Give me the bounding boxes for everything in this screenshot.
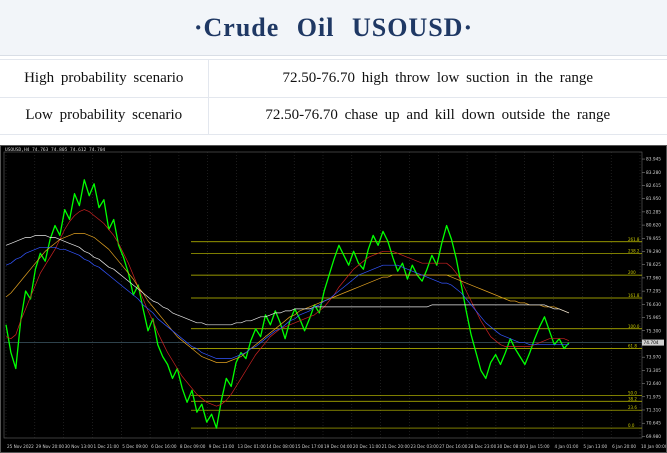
fib-level-label: 61.8: [628, 344, 637, 349]
scenario-label: Low probability scenario: [0, 96, 209, 135]
scenario-value: 72.50-76.70 high throw low suction in th…: [208, 59, 667, 98]
y-tick-label: 71.975: [646, 394, 661, 400]
x-tick-label: 13 Dec 01:00: [238, 444, 266, 449]
y-tick-label: 83.945: [646, 157, 661, 163]
y-tick-label: 73.970: [646, 355, 661, 361]
x-tick-label: 5 Jan 13:00: [583, 444, 607, 449]
price-chart[interactable]: 25 Nov 2022 29 Nov 20:00 30 Nov 13:00 1 Dec…: [0, 145, 667, 453]
chart-canvas[interactable]: 25 Nov 2022 29 Nov 20:00 30 Nov 13:00 1 Dec…: [1, 146, 666, 452]
fib-level-label: 0.0: [628, 423, 635, 428]
x-tick-label: 23 Dec 03:00: [410, 444, 438, 449]
fib-level-label: 50.0: [628, 390, 637, 395]
fib-level-label: 23.6: [628, 405, 637, 410]
scenario-label: High probability scenario: [0, 59, 209, 98]
fib-level-label: 38.2: [628, 396, 637, 401]
x-tick-label: 28 Dec 23:00: [468, 444, 496, 449]
ma-white-series: [5, 235, 570, 326]
scenario-value: 72.50-76.70 chase up and kill down outsi…: [208, 96, 667, 135]
price-series: [5, 179, 570, 429]
y-tick-label: 70.645: [646, 421, 661, 427]
page-title: ·Crude Oil USOUSD·: [193, 12, 474, 42]
y-tick-label: 79.955: [646, 236, 661, 242]
x-tick-label: 6 Jan 20:00: [612, 444, 636, 449]
x-tick-label: 6 Dec 16:00: [151, 444, 177, 449]
y-tick-label: 77.295: [646, 289, 661, 295]
fib-level-label: 238.2: [628, 248, 640, 253]
title-bar: ·Crude Oil USOUSD·: [0, 0, 667, 56]
scenario-row-high: High probability scenario 72.50-76.70 hi…: [0, 59, 667, 98]
fib-level-label: 200: [628, 270, 636, 275]
y-tick-label: 78.625: [646, 262, 661, 268]
x-tick-label: 4 Jan 01:00: [555, 444, 579, 449]
scenario-table: High probability scenario 72.50-76.70 hi…: [0, 59, 667, 135]
current-price-label: 74.704: [644, 340, 659, 346]
y-tick-label: 80.620: [646, 223, 661, 229]
y-tick-label: 75.300: [646, 328, 661, 334]
x-tick-label: 30 Nov 13:00: [65, 444, 94, 449]
x-tick-label: 25 Nov 2022: [7, 444, 34, 449]
y-tick-label: 83.280: [646, 170, 661, 176]
y-tick-label: 73.305: [646, 368, 661, 374]
y-tick-label: 76.630: [646, 302, 661, 308]
x-tick-label: 14 Dec 08:00: [266, 444, 294, 449]
y-tick-label: 71.310: [646, 407, 661, 413]
y-tick-label: 72.640: [646, 381, 661, 387]
y-tick-label: 77.960: [646, 275, 661, 281]
fib-level-label: 100.0: [628, 324, 640, 329]
x-tick-label: 3 Jan 15:00: [526, 444, 550, 449]
ma-blue-series: [5, 246, 569, 359]
y-tick-label: 69.980: [646, 434, 661, 440]
y-tick-label: 75.965: [646, 315, 661, 321]
x-tick-label: 30 Dec 08:00: [497, 444, 525, 449]
x-tick-label: 15 Dec 17:00: [295, 444, 323, 449]
y-tick-label: 81.285: [646, 209, 661, 215]
x-tick-label: 19 Dec 04:00: [324, 444, 352, 449]
chart-symbol-header: USOUSD,H4 74.763 74.805 74.612 74.704: [5, 148, 106, 153]
scenario-row-low: Low probability scenario 72.50-76.70 cha…: [0, 96, 667, 135]
x-tick-label: 29 Nov 20:00: [36, 444, 65, 449]
y-tick-label: 79.290: [646, 249, 661, 255]
x-tick-label: 8 Dec 09:00: [180, 444, 206, 449]
x-tick-label: 20 Dec 11:00: [353, 444, 381, 449]
x-tick-label: 5 Dec 09:00: [122, 444, 148, 449]
y-tick-label: 81.950: [646, 196, 661, 202]
x-tick-label: 1 Dec 21:00: [93, 444, 119, 449]
x-tick-label: 9 Dec 13:00: [209, 444, 235, 449]
x-tick-label: 21 Dec 20:00: [382, 444, 410, 449]
fib-level-label: 161.8: [628, 293, 640, 298]
y-tick-label: 82.615: [646, 183, 661, 189]
x-tick-label: 10 Jan 00:00: [641, 444, 666, 449]
x-tick-label: 27 Dec 16:00: [439, 444, 467, 449]
fib-level-label: 261.8: [628, 237, 640, 242]
